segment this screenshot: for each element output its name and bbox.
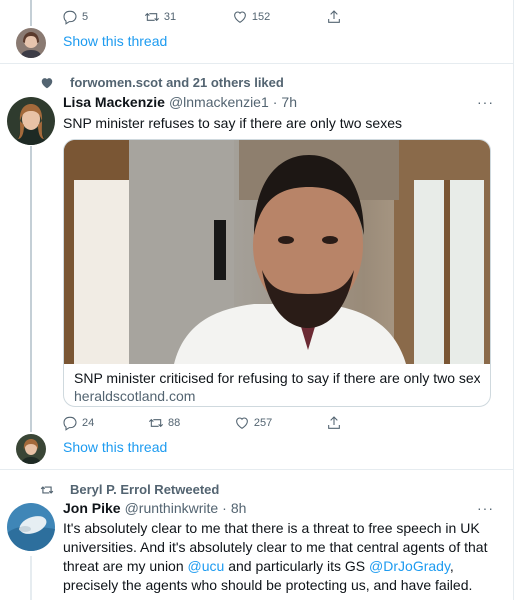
reply-count: 24 [82,417,95,429]
tweet-time[interactable]: 7h [281,94,297,110]
retweet-button[interactable]: 88 [148,415,180,431]
author-handle[interactable]: @lnmackenzie1 [169,94,269,110]
mention-link[interactable]: @ucu [188,558,225,574]
more-options-button[interactable]: ··· [477,500,494,516]
heart-icon [234,11,246,23]
avatar[interactable] [16,28,46,58]
author-avatar[interactable] [7,97,55,145]
retweet-icon [40,485,54,494]
thread-connector [30,146,32,432]
social-context-text: forwomen.scot and 21 others liked [70,75,284,90]
more-options-button[interactable]: ··· [477,94,494,110]
like-button[interactable]: 257 [234,415,272,431]
retweet-icon [148,418,163,428]
heart-filled-icon [41,77,53,88]
tweet-time[interactable]: 8h [231,500,247,516]
tweet-actions-main: 24 88 257 [62,415,342,431]
like-button[interactable]: 152 [232,9,270,25]
reply-button[interactable]: 24 [62,415,94,431]
tweet-text: It's absolutely clear to me that there i… [63,519,500,595]
retweet-count: 31 [163,11,177,23]
like-count: 257 [253,417,273,429]
share-button[interactable] [326,415,342,431]
tweet-actions-top: 5 31 152 [62,9,342,25]
card-title: SNP minister criticised for refusing to … [74,370,480,386]
author-name[interactable]: Jon Pike [63,500,121,516]
show-thread-link[interactable]: Show this thread [63,439,167,455]
author-handle[interactable]: @runthinkwrite [125,500,219,516]
reply-count: 5 [82,11,89,23]
card-body: SNP minister criticised for refusing to … [64,364,490,406]
social-context-text[interactable]: Beryl P. Errol Retweeted [70,482,219,497]
timeline: 5 31 152 Show this thread forwomen.scot … [0,0,514,600]
link-card[interactable]: SNP minister criticised for refusing to … [63,139,491,407]
like-count: 152 [251,11,271,23]
heart-icon [236,417,248,429]
reply-icon [63,10,77,25]
tweet-header: Jon Pike @runthinkwrite · 8h [63,500,246,516]
tweet-header: Lisa Mackenzie @lnmackenzie1 · 7h [63,94,297,110]
separator: · [272,94,278,110]
share-icon [328,10,340,23]
card-domain: heraldscotland.com [74,388,196,404]
avatar[interactable] [16,434,46,464]
retweet-button[interactable]: 31 [144,9,176,25]
author-avatar[interactable] [7,503,55,551]
tweet-text-part: and particularly its GS [224,558,370,574]
thread-connector [30,556,32,600]
retweet-icon [144,12,159,22]
thread-connector [30,0,32,26]
social-context: Beryl P. Errol Retweeted [40,482,219,497]
author-name[interactable]: Lisa Mackenzie [63,94,165,110]
share-button[interactable] [326,9,342,25]
tweet-text: SNP minister refuses to say if there are… [63,115,402,131]
share-icon [328,416,340,429]
reply-button[interactable]: 5 [62,9,88,25]
separator: · [222,500,227,516]
reply-icon [63,416,77,431]
social-context: forwomen.scot and 21 others liked [40,75,284,90]
mention-link[interactable]: @DrJoGrady [369,558,450,574]
divider [0,63,514,64]
divider [0,469,514,470]
card-image [64,140,490,364]
retweet-count: 88 [167,417,181,429]
show-thread-link[interactable]: Show this thread [63,33,167,49]
